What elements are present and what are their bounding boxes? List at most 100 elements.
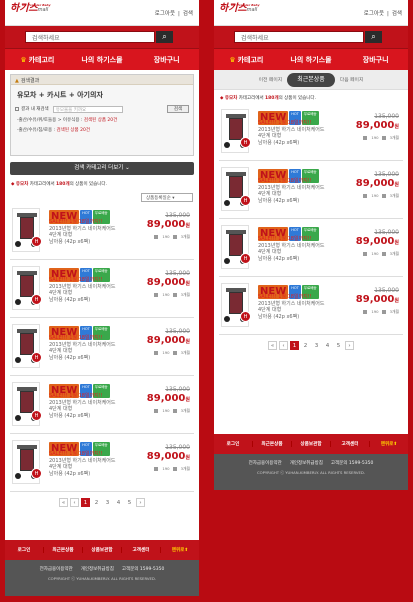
prev-page-tab[interactable]: 이전 페이지 (254, 76, 288, 83)
old-price: 135,000 (165, 386, 190, 393)
footer-nav: 로그인 최근본상품 상품보관함 고객센터 맨위로⬆ (5, 540, 199, 560)
review-icon (363, 310, 368, 314)
search-input[interactable]: 검색하세요 (25, 31, 155, 43)
calendar-icon (172, 409, 177, 413)
terms-link[interactable]: 전자금융이용약관 (40, 567, 73, 572)
logout-link[interactable]: 로그아웃 (155, 11, 175, 17)
huggies-badge-icon: H (31, 410, 42, 421)
first-page-button[interactable]: « (59, 498, 68, 507)
privacy-link[interactable]: 개인정보취급방침 (290, 461, 323, 466)
page-3[interactable]: 3 (312, 341, 321, 350)
huggies-badge-icon: H (31, 468, 42, 479)
product-item[interactable]: H NEW HOT 무료배송 SALE!!! 1월 18일까지!! 2013년형 하기… (219, 219, 403, 277)
product-item[interactable]: H NEW HOT 무료배송 SALE!!! 1월 18일까지!! 2013년형 하기… (10, 434, 194, 492)
footer-recent[interactable]: 최근본상품 (253, 441, 292, 447)
search-link[interactable]: 검색 (392, 11, 402, 17)
product-item[interactable]: H NEW HOT 무료배송 SALE!!! 1월 18일까지!! 2013년형 하기… (219, 161, 403, 219)
old-price: 135,000 (165, 212, 190, 219)
nav-my-huggies[interactable]: 나의 하기스몰 (279, 55, 344, 65)
footer-top[interactable]: 맨위로⬆ (161, 547, 199, 553)
product-item[interactable]: H NEW HOT 무료배송 SALE!!! 1월 18일까지!! 2013년형 하기… (10, 318, 194, 376)
product-item[interactable]: H NEW HOT 무료배송 SALE!!! 1월 18일까지!! 2013년형 하기… (10, 202, 194, 260)
product-desc[interactable]: SALE!!! 1월 18일까지!! 2013년형 하기스 네이처케어드 4단계 대… (49, 277, 135, 303)
product-desc[interactable]: SALE!!! 1월 18일까지!! 2013년형 하기스 네이처케어드 4단계 대… (258, 120, 344, 146)
search-icon: ⌕ (162, 32, 167, 41)
next-page-button[interactable]: › (345, 341, 354, 350)
page-4[interactable]: 4 (323, 341, 332, 350)
old-price: 135,000 (374, 229, 399, 236)
nav-category[interactable]: ♛ 카테고리 (5, 55, 70, 65)
page-3[interactable]: 3 (103, 498, 112, 507)
page-2[interactable]: 2 (301, 341, 310, 350)
search-icon: ⌕ (371, 32, 376, 41)
search-link[interactable]: 검색 (183, 11, 193, 17)
review-icon (154, 467, 159, 471)
product-desc[interactable]: SALE!!! 1월 18일까지!! 2013년형 하기스 네이처케어드 4단계 대… (49, 393, 135, 419)
page-5[interactable]: 5 (125, 498, 134, 507)
review-icon (154, 293, 159, 297)
footer-recent[interactable]: 최근본상품 (44, 547, 83, 553)
page-1[interactable]: 1 (290, 341, 299, 350)
nav-category[interactable]: ♛ 카테고리 (214, 55, 279, 65)
logo[interactable]: for Premier Baby 하기스mall (219, 3, 260, 15)
within-search-button[interactable]: 검색 (167, 105, 189, 113)
sort-select[interactable]: 상품등록일순 ▾ (141, 193, 193, 202)
nav-cart[interactable]: 장바구니 (343, 55, 408, 65)
footer-login[interactable]: 로그인 (5, 547, 44, 553)
privacy-link[interactable]: 개인정보취급방침 (81, 567, 114, 572)
prev-page-button[interactable]: ‹ (70, 498, 79, 507)
prev-page-button[interactable]: ‹ (279, 341, 288, 350)
page-2[interactable]: 2 (92, 498, 101, 507)
product-item[interactable]: H NEW HOT 무료배송 SALE!!! 1월 18일까지!! 2013년형 하기… (219, 103, 403, 161)
category-result-1[interactable]: -출산/수유/위/토들용 > 이유식용 : 검색된 상품 20건 (17, 117, 193, 123)
footer-customer-center[interactable]: 고객센터 (331, 441, 370, 447)
footer-login[interactable]: 로그인 (214, 441, 253, 447)
search-input[interactable]: 검색하세요 (234, 31, 364, 43)
terms-link[interactable]: 전자금융이용약관 (249, 461, 282, 466)
old-price: 135,000 (165, 444, 190, 451)
search-result-box: ▲ 검색결과 유모차 + 카시트 + 아기의자 결과 내 재검색 유모울을 키까요… (10, 74, 194, 156)
footer-wishlist[interactable]: 상품보관함 (83, 547, 122, 553)
product-desc[interactable]: SALE!!! 1월 18일까지!! 2013년형 하기스 네이처케어드 4단계 대… (49, 335, 135, 361)
search-button[interactable]: ⌕ (156, 31, 173, 43)
within-checkbox[interactable] (15, 107, 19, 111)
within-search-input[interactable]: 유모울을 키까요 (52, 105, 123, 113)
page-4[interactable]: 4 (114, 498, 123, 507)
product-desc[interactable]: SALE!!! 1월 18일까지!! 2013년형 하기스 네이처케어드 4단계 대… (49, 219, 135, 245)
price: 89,000원 (355, 294, 399, 305)
product-item[interactable]: H NEW HOT 무료배송 SALE!!! 1월 18일까지!! 2013년형 하기… (10, 260, 194, 318)
review-icon (363, 136, 368, 140)
page-5[interactable]: 5 (334, 341, 343, 350)
calendar-icon (381, 252, 386, 256)
footer-customer-center[interactable]: 고객센터 (122, 547, 161, 553)
product-desc[interactable]: SALE!!! 1월 18일까지!! 2013년형 하기스 네이처케어드 4단계 대… (258, 236, 344, 262)
product-item[interactable]: H NEW HOT 무료배송 SALE!!! 1월 18일까지!! 2013년형 하기… (10, 376, 194, 434)
product-desc[interactable]: SALE!!! 1월 18일까지!! 2013년형 하기스 네이처케어드 4단계 대… (258, 178, 344, 204)
more-categories-button[interactable]: 검색 카테고리 더보기 ⌄ (10, 162, 194, 175)
first-page-button[interactable]: « (268, 341, 277, 350)
product-item[interactable]: H NEW HOT 무료배송 SALE!!! 1월 18일까지!! 2013년형 하기… (219, 277, 403, 335)
chevron-down-icon: ⌄ (125, 165, 130, 171)
recent-products-tab[interactable]: 최근본상품 (287, 72, 335, 87)
old-price: 135,000 (374, 171, 399, 178)
review-icon (363, 252, 368, 256)
calendar-icon (381, 194, 386, 198)
crown-icon: ♛ (20, 55, 27, 64)
calendar-icon (381, 310, 386, 314)
product-desc[interactable]: SALE!!! 1월 18일까지!! 2013년형 하기스 네이처케어드 4단계 대… (49, 451, 135, 477)
arrow-up-icon: ⬆ (393, 442, 398, 447)
footer-top[interactable]: 맨위로⬆ (370, 441, 408, 447)
huggies-badge-icon: H (240, 195, 251, 206)
nav-my-huggies[interactable]: 나의 하기스몰 (70, 55, 135, 65)
footer-wishlist[interactable]: 상품보관함 (292, 441, 331, 447)
logout-link[interactable]: 로그아웃 (364, 11, 384, 17)
search-button[interactable]: ⌕ (365, 31, 382, 43)
logo[interactable]: for Premier Baby 하기스mall (10, 3, 51, 15)
red-marker-icon: ◆ (11, 182, 15, 187)
page-1[interactable]: 1 (81, 498, 90, 507)
nav-cart[interactable]: 장바구니 (134, 55, 199, 65)
next-page-tab[interactable]: 다음 페이지 (335, 76, 369, 83)
category-result-2[interactable]: -출산/수유/침/로용 : 검색된 상품 20건 (17, 127, 193, 133)
next-page-button[interactable]: › (136, 498, 145, 507)
product-desc[interactable]: SALE!!! 1월 18일까지!! 2013년형 하기스 네이처케어드 4단계 대… (258, 294, 344, 320)
